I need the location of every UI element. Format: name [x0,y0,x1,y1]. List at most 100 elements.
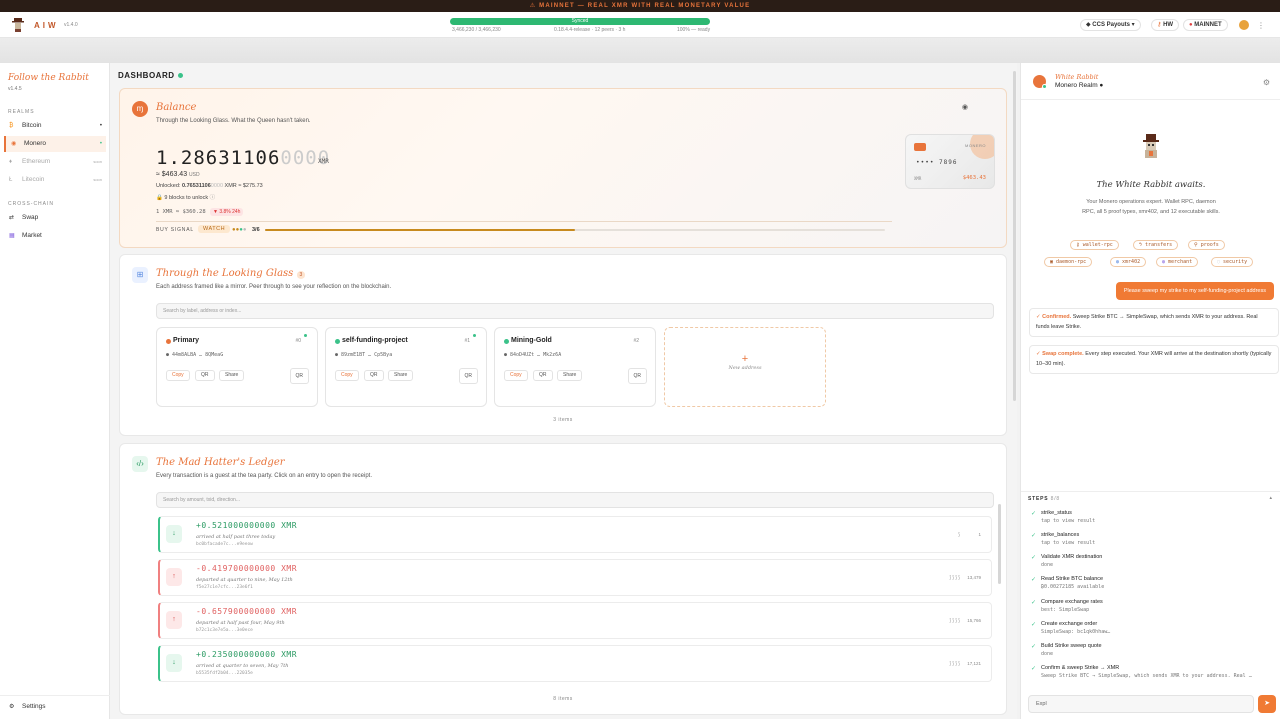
collapse-icon[interactable]: ▴ [1269,495,1272,501]
skill-chip-proofs[interactable]: ⚲ proofs [1188,240,1225,250]
ledger-search-input[interactable]: Search by amount, txid, direction... [156,492,994,508]
status-dot-icon [304,334,307,337]
transaction-row[interactable]: ↑ -0.657900000000 XMR departed at half p… [158,602,992,639]
skill-chip-xmr402[interactable]: ◍ xmr402 [1110,257,1147,267]
skill-chip-daemon-rpc[interactable]: ▣ daemon-rpc [1044,257,1093,267]
transaction-row[interactable]: ↑ -0.419700000000 XMR departed at quarte… [158,559,992,596]
balance-usd: ≈ $463.43 USD [156,171,200,178]
menu-icon[interactable]: ⋮ [1257,21,1266,30]
info-icon[interactable]: ⓘ [210,195,216,201]
status-dot-icon [473,334,476,337]
blocks-to-unlock: 🔒 9 blocks to unlock ⓘ [156,195,216,201]
check-icon: ✓ [1031,577,1037,583]
skill-chip-wallet-rpc[interactable]: ⚷ wallet-rpc [1070,240,1119,250]
outgoing-icon: ↑ [166,611,182,629]
qr-button[interactable]: QR [533,370,553,381]
sidebar-title: Follow the Rabbit [8,73,89,83]
balance-title: Balance [156,102,197,113]
address-search-input[interactable]: Search by label, address or index... [156,303,994,319]
skill-chip-transfers[interactable]: ϟ transfers [1133,240,1179,250]
transaction-row[interactable]: ↓ +0.235000000000 XMR arrived at quarter… [158,645,992,682]
monero-account-icon[interactable] [1239,20,1249,30]
unlocked-balance: Unlocked: 0.765311060000 XMR ≈ $275.73 [156,183,263,189]
network-badge[interactable]: ● MAINNET [1183,19,1228,31]
market-icon: ▦ [9,233,15,239]
divider [1021,491,1280,492]
sidebar-item-settings[interactable]: ⚙ Settings [4,699,106,715]
top-bar: AIW v1.4.0 Synced 3,466,230 / 3,466,230 … [0,12,1280,38]
globe-icon: ◍ [1116,259,1120,265]
tx-description: arrived at half past three today [196,534,276,540]
card-currency: XMR [914,176,922,181]
monero-logo-icon: ɱ [132,101,148,117]
chevron-down-icon: ▾ [1129,22,1135,28]
qr-code-icon[interactable]: QR [458,368,478,384]
monero-icon: ◉ [11,141,17,147]
share-button[interactable]: Share [388,370,414,381]
copy-button[interactable]: Copy [166,370,190,381]
app-brand: AIW [34,21,59,30]
assistant-panel: White Rabbit Monero Realm ● ⚙ The White … [1020,63,1280,719]
tx-confirmations: 15,766 [967,618,981,623]
address-card-self-funding-project[interactable]: self-funding-project #1 ● 89zmE1BT … Cp5… [325,327,487,407]
copy-button[interactable]: Copy [335,370,359,381]
qr-button[interactable]: QR [364,370,384,381]
card-amount: $463.43 [962,175,986,181]
balance-card: ɱ Balance Through the Looking Glass. Wha… [119,88,1007,248]
share-button[interactable]: Share [557,370,583,381]
node-info: 0.18.4.4-release · 12 peers · 3 h [554,27,626,33]
address-count: 3 items [553,417,573,423]
tx-confirmations: 17,121 [967,661,981,666]
hw-wallet-button[interactable]: ⚷ HW [1151,19,1180,31]
tx-description: departed at half past four, May 9th [196,620,285,626]
sync-percent: 100% — ready [677,27,711,33]
skill-chip-security[interactable]: ◌ security [1211,257,1254,267]
assistant-name: White Rabbit [1055,73,1099,81]
sidebar-item-monero[interactable]: ◉ Monero • [4,136,106,152]
incoming-icon: ↓ [166,654,182,672]
assistant-realm: Monero Realm ● [1055,82,1104,89]
explorer-icon[interactable]: ⟆⟆⟆⟆ [949,661,961,667]
qr-button[interactable]: QR [195,370,215,381]
ledger-scrollbar[interactable] [998,504,1001,584]
steps-header: STEPS 8/8 [1028,496,1060,502]
assistant-description: Your Monero operations expert. Wallet RP… [1082,199,1220,215]
explorer-icon[interactable]: ⟆ [958,532,961,538]
sidebar-item-market[interactable]: ▦ Market [4,228,106,244]
main-scrollbar[interactable] [1013,71,1016,401]
ccs-payouts-dropdown[interactable]: ◆ CCS Payouts ▾ [1080,19,1141,31]
balance-subtitle: Through the Looking Glass. What the Quee… [156,118,311,124]
chat-input[interactable]: Expl [1028,695,1254,713]
skill-chip-merchant[interactable]: ◍ merchant [1156,257,1199,267]
monero-virtual-card[interactable]: MONERO •••• 7896 XMR $463.43 [905,134,995,189]
address-dot-icon [504,339,509,344]
sidebar-item-litecoin[interactable]: Ł Litecoin soon [4,172,106,188]
sidebar-item-ethereum[interactable]: ♦ Ethereum soon [4,154,106,170]
settings-icon[interactable]: ⚙ [1263,78,1270,87]
explorer-icon[interactable]: ⟆⟆⟆⟆ [949,575,961,581]
qr-code-icon[interactable]: QR [627,368,647,384]
qr-code-icon[interactable]: QR [289,368,309,384]
ledger-title: The Mad Hatter's Ledger [156,457,285,468]
card-brand: MONERO [965,143,986,148]
eye-icon[interactable]: ◉ [962,103,968,111]
tx-hash: b72c1c3e7e5a...3e0ece [196,628,253,633]
new-address-button[interactable]: + New address [664,327,826,407]
sidebar-item-swap[interactable]: ⇄ Swap [4,210,106,226]
server-icon: ▣ [1050,259,1054,265]
sidebar-item-bitcoin[interactable]: ₿ Bitcoin • [4,118,106,134]
transaction-row[interactable]: ↓ +0.521000000000 XMR arrived at half pa… [158,516,992,553]
send-button[interactable]: ➤ [1258,695,1276,713]
card-number: •••• 7896 [916,159,958,166]
balance-unit: XMR [318,158,329,165]
send-icon: ➤ [1264,700,1270,707]
explorer-icon[interactable]: ⟆⟆⟆⟆ [949,618,961,624]
address-hash: ● 89zmE1BT … Cp5Bya [335,352,393,358]
tx-amount: -0.419700000000 XMR [196,564,298,573]
address-card-mining-gold[interactable]: Mining-Gold #2 ● 84oD4UZt … Mk2z6A Copy … [494,327,656,407]
address-card-primary[interactable]: Primary #0 ● 44m8ALBA … 8QMeaG Copy QR S… [156,327,318,407]
share-button[interactable]: Share [219,370,245,381]
copy-button[interactable]: Copy [504,370,528,381]
assistant-message: ✓ Confirmed. Sweep Strike BTC → SimpleSw… [1029,308,1279,337]
tx-amount: +0.235000000000 XMR [196,650,298,659]
